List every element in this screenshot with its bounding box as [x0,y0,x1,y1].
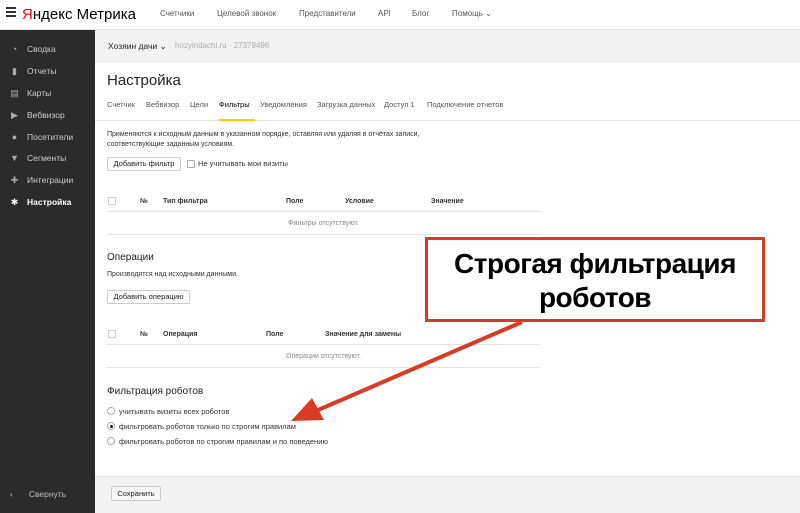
topnav-counters[interactable]: Счетчики [160,9,194,18]
filters-table-header: № Тип фильтра Поле Условие Значение [107,192,540,212]
person-icon: ● [11,132,18,142]
ignore-my-visits-checkbox[interactable] [187,160,195,168]
tab-data-upload[interactable]: Загрузка данных [317,100,375,109]
radio-button-selected[interactable] [107,422,115,430]
radio-button[interactable] [107,407,115,415]
annotation-callout: Строгая фильтрация роботов [425,237,765,322]
column-filter-type: Тип фильтра [163,198,208,205]
counter-selector[interactable]: Хозяин дачи ⌄ [108,41,167,52]
topnav-blog[interactable]: Блог [412,9,429,18]
tab-reports-connection[interactable]: Подключение отчетов [427,100,503,109]
column-condition: Условие [345,198,374,205]
sidebar: ◔ Сводка ▮ Отчеты ▤ Карты ▶ Вебвизор ● П… [0,30,95,513]
yandex-metrika-logo[interactable]: Яндекс Метрика [22,6,136,23]
tab-access[interactable]: Доступ 1 [384,100,415,109]
column-number: № [140,331,148,338]
bar-chart-icon: ▮ [12,66,17,76]
counter-bar: Хозяин дачи ⌄ hozyindachi.ru · 27379496 [95,30,800,62]
sidebar-item-reports[interactable]: ▮ Отчеты [0,61,95,81]
collapse-sidebar-button[interactable]: ‹ Свернуть [10,489,66,499]
sidebar-item-settings[interactable]: ✱ Настройка [0,192,95,212]
footer-bar [95,476,800,513]
column-operation: Операция [163,331,198,338]
sidebar-item-segments[interactable]: ▼ Сегменты [0,148,95,168]
annotation-line2: роботов [538,282,652,313]
tab-filters[interactable]: Фильтры [219,100,250,109]
active-tab-indicator [219,119,255,121]
ignore-my-visits-label: Не учитывать мои визиты [198,159,288,168]
operations-description: Производятся над исходными данными. [107,271,238,278]
tab-notifications[interactable]: Уведомления [260,100,307,109]
play-icon: ▶ [11,110,18,120]
robots-option-strict-behavior[interactable]: фильтровать роботов по строгим правилам … [107,435,347,447]
column-number: № [140,198,148,205]
map-icon: ▤ [10,88,19,98]
chevron-down-icon: ⌄ [485,9,492,18]
tab-webvisor[interactable]: Вебвизор [146,100,179,109]
funnel-icon: ▼ [10,153,19,163]
counter-site: hozyindachi.ru · 27379496 [175,41,270,50]
filters-empty-message: Фильтры отсутствуют. [107,213,540,235]
save-button[interactable]: Сохранить [111,486,161,501]
sidebar-item-maps[interactable]: ▤ Карты [0,83,95,103]
puzzle-icon: ✚ [10,175,19,185]
tab-counter[interactable]: Счетчик [107,100,135,109]
sidebar-item-summary[interactable]: ◔ Сводка [0,39,95,59]
column-replacement-value: Значение для замены [325,331,402,338]
annotation-line1: Строгая фильтрация [454,248,736,279]
settings-tabs: Счетчик Вебвизор Цели Фильтры Уведомлени… [107,100,800,118]
page-title: Настройка [107,72,181,89]
add-filter-button[interactable]: Добавить фильтр [107,157,181,171]
operations-table-header: № Операция Поле Значение для замены [107,325,540,345]
speedometer-icon: ◔ [11,44,18,54]
select-all-filters-checkbox[interactable] [108,197,116,205]
topnav-representatives[interactable]: Представители [299,9,356,18]
arrow-head [291,398,324,421]
tab-goals[interactable]: Цели [190,100,208,109]
sidebar-item-visitors[interactable]: ● Посетители [0,127,95,147]
column-field: Поле [266,331,284,338]
robots-option-all[interactable]: учитывать визиты всех роботов [107,405,267,417]
operations-title: Операции [107,252,154,263]
add-operation-button[interactable]: Добавить операцию [107,290,190,304]
topnav-help[interactable]: Помощь ⌄ [452,9,492,18]
topnav-target-call[interactable]: Целевой звонок [217,9,276,18]
robots-filter-title: Фильтрация роботов [107,386,204,397]
sidebar-item-webvisor[interactable]: ▶ Вебвизор [0,105,95,125]
column-field: Поле [286,198,304,205]
column-value: Значение [431,198,464,205]
filters-description: Применяются к исходным данным в указанно… [107,131,420,148]
gear-icon: ✱ [10,197,19,207]
operations-empty-message: Операции отсутствуют. [107,346,540,368]
chevron-down-icon: ⌄ [159,41,167,51]
topnav-api[interactable]: API [378,9,391,18]
robots-option-strict[interactable]: фильтровать роботов только по строгим пр… [107,420,307,432]
tabs-divider [95,120,800,121]
select-all-operations-checkbox[interactable] [108,330,116,338]
radio-button[interactable] [107,437,115,445]
top-bar: Яндекс Метрика Счетчики Целевой звонок П… [0,0,800,30]
sidebar-item-integrations[interactable]: ✚ Интеграции [0,170,95,190]
menu-icon[interactable] [6,7,16,17]
chevron-left-icon: ‹ [10,489,13,499]
